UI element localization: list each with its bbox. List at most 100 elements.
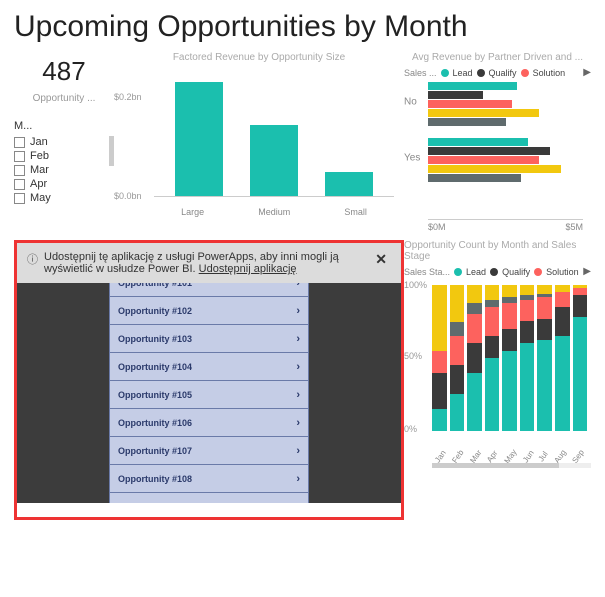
slicer-item[interactable]: Apr — [14, 178, 114, 190]
swatch-solution — [534, 268, 542, 276]
segment[interactable] — [502, 351, 517, 431]
checkbox[interactable] — [14, 193, 25, 204]
segment[interactable] — [450, 336, 465, 365]
segment[interactable] — [485, 336, 500, 358]
segment[interactable] — [573, 288, 588, 295]
chart-factored-revenue[interactable]: Factored Revenue by Opportunity Size $0.… — [114, 52, 404, 232]
chart-avg-revenue[interactable]: Avg Revenue by Partner Driven and ... Sa… — [404, 52, 591, 232]
stacked-column[interactable] — [573, 285, 588, 431]
bar[interactable] — [428, 82, 517, 90]
stacked-column[interactable] — [485, 285, 500, 431]
stacked-column[interactable] — [537, 285, 552, 431]
legend-item: Qualify — [502, 267, 530, 277]
close-icon[interactable]: ✕ — [371, 251, 391, 275]
segment[interactable] — [485, 307, 500, 336]
segment[interactable] — [537, 340, 552, 431]
segment[interactable] — [467, 373, 482, 431]
segment[interactable] — [537, 285, 552, 294]
segment[interactable] — [485, 285, 500, 300]
bar[interactable] — [428, 91, 483, 99]
segment[interactable] — [573, 317, 588, 431]
segment[interactable] — [520, 300, 535, 322]
powerapps-embed: ⓘ Udostępnij tę aplikację z usługi Power… — [14, 240, 404, 520]
stacked-column[interactable] — [520, 285, 535, 431]
bar[interactable] — [428, 138, 528, 146]
slicer-item[interactable]: Feb — [14, 150, 114, 162]
segment[interactable] — [450, 322, 465, 337]
x-label: Small — [344, 207, 367, 217]
legend-label: Sales ... — [404, 68, 437, 78]
x-tick: $0M — [428, 222, 446, 232]
segment[interactable] — [520, 321, 535, 343]
bar[interactable] — [428, 165, 561, 173]
slicer-item[interactable]: May — [14, 192, 114, 204]
list-item-label: Opportunity #102 — [118, 306, 192, 316]
segment[interactable] — [502, 285, 517, 297]
bar[interactable] — [250, 125, 298, 196]
checkbox[interactable] — [14, 179, 25, 190]
segment[interactable] — [485, 358, 500, 431]
segment[interactable] — [555, 292, 570, 307]
chart-opportunity-count[interactable]: Opportunity Count by Month and Sales Sta… — [404, 240, 591, 520]
share-app-link[interactable]: Udostępnij aplikację — [199, 263, 297, 275]
segment[interactable] — [537, 297, 552, 319]
list-item[interactable]: Opportunity #107› — [109, 437, 309, 465]
segment[interactable] — [520, 343, 535, 431]
slicer-month[interactable]: M... JanFebMarAprMay — [14, 120, 114, 228]
segment[interactable] — [432, 351, 447, 373]
segment[interactable] — [573, 295, 588, 317]
bar[interactable] — [428, 174, 521, 182]
segment[interactable] — [467, 314, 482, 343]
bar[interactable] — [175, 82, 223, 196]
checkbox[interactable] — [14, 137, 25, 148]
bar[interactable] — [428, 147, 550, 155]
stacked-column[interactable] — [502, 285, 517, 431]
bar[interactable] — [428, 109, 539, 117]
list-item[interactable]: Opportunity #101› — [109, 283, 309, 297]
segment[interactable] — [537, 319, 552, 341]
segment[interactable] — [467, 285, 482, 303]
segment[interactable] — [485, 300, 500, 307]
segment[interactable] — [502, 303, 517, 329]
segment[interactable] — [520, 285, 535, 295]
segment[interactable] — [450, 285, 465, 322]
list-item[interactable]: Opportunity #104› — [109, 353, 309, 381]
opportunity-list[interactable]: Opportunity #101›Opportunity #102›Opport… — [109, 283, 309, 503]
segment[interactable] — [432, 285, 447, 351]
segment[interactable] — [555, 307, 570, 336]
list-item[interactable]: Opportunity #103› — [109, 325, 309, 353]
stacked-column[interactable] — [467, 285, 482, 431]
segment[interactable] — [555, 285, 570, 292]
segment[interactable] — [467, 343, 482, 372]
checkbox[interactable] — [14, 151, 25, 162]
legend-item: Solution — [546, 267, 579, 277]
segment[interactable] — [432, 373, 447, 410]
bar[interactable] — [428, 100, 512, 108]
stacked-column[interactable] — [555, 285, 570, 431]
segment[interactable] — [450, 394, 465, 431]
bar[interactable] — [325, 172, 373, 196]
segment[interactable] — [432, 409, 447, 431]
segment[interactable] — [555, 336, 570, 431]
slicer-item[interactable]: Jan — [14, 136, 114, 148]
x-tick: $5M — [565, 222, 583, 232]
bar[interactable] — [428, 156, 539, 164]
bar[interactable] — [428, 118, 506, 126]
list-item[interactable]: Opportunity #105› — [109, 381, 309, 409]
legend-item: Lead — [453, 68, 473, 78]
checkbox[interactable] — [14, 165, 25, 176]
list-item-label: Opportunity #109 — [118, 502, 192, 504]
list-item[interactable]: Opportunity #102› — [109, 297, 309, 325]
chart-scrollbar[interactable] — [432, 463, 591, 468]
list-item[interactable]: Opportunity #106› — [109, 409, 309, 437]
segment[interactable] — [467, 303, 482, 315]
segment[interactable] — [450, 365, 465, 394]
legend-next-icon[interactable]: ▶ — [583, 67, 591, 78]
stacked-column[interactable] — [432, 285, 447, 431]
slicer-item[interactable]: Mar — [14, 164, 114, 176]
stacked-column[interactable] — [450, 285, 465, 431]
list-item[interactable]: Opportunity #108› — [109, 465, 309, 493]
list-item[interactable]: Opportunity #109› — [109, 493, 309, 503]
segment[interactable] — [502, 329, 517, 351]
legend-next-icon[interactable]: ▶ — [583, 266, 591, 277]
